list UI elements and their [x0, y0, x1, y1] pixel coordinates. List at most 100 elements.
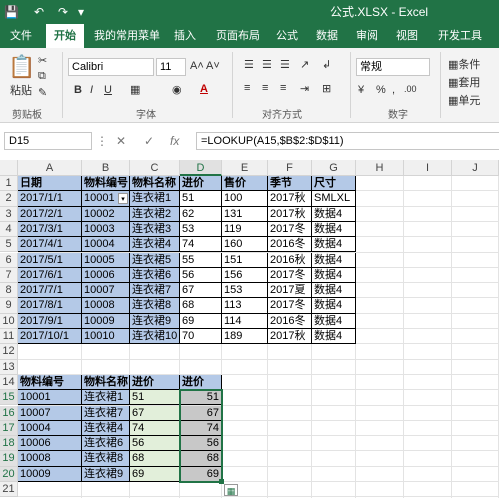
table1-header-cell[interactable]: 售价	[222, 176, 268, 192]
table1-cell[interactable]: 69	[180, 313, 222, 329]
format-painter-icon[interactable]: ✎	[38, 86, 47, 99]
column-header-h[interactable]: H	[356, 160, 404, 176]
tab-my-menu[interactable]: 我的常用菜单	[92, 24, 162, 48]
font-color-icon[interactable]: A	[200, 83, 208, 95]
row-header-7[interactable]: 7	[0, 267, 18, 284]
row-header-11[interactable]: 11	[0, 329, 18, 345]
table2-cell[interactable]: 10009	[18, 466, 82, 482]
table1-cell[interactable]: 10004	[82, 237, 130, 253]
decimal-icon[interactable]: .00	[404, 84, 417, 94]
table1-cell[interactable]: 74	[180, 237, 222, 253]
table1-cell[interactable]: 数据4	[312, 221, 356, 238]
table2-header-cell[interactable]: 进价	[130, 374, 180, 391]
paste-button[interactable]: 粘贴	[10, 82, 32, 98]
table1-cell[interactable]: 数据4	[312, 283, 356, 299]
table1-cell[interactable]: 2017/6/1	[18, 267, 82, 284]
table1-cell[interactable]: 连衣裙5	[130, 252, 180, 268]
font-size-select[interactable]: 11	[156, 58, 186, 76]
table1-cell[interactable]: 10010	[82, 329, 130, 345]
table2-header-cell[interactable]: 物料编号	[18, 374, 82, 391]
table1-cell[interactable]: 连衣裙10	[130, 329, 180, 345]
table2-cell[interactable]: 74	[130, 420, 180, 437]
table1-cell[interactable]: 数据4	[312, 298, 356, 314]
table2-cell[interactable]: 68	[130, 451, 180, 467]
table2-cell[interactable]: 连衣裙7	[82, 405, 130, 421]
table1-cell[interactable]: 数据4	[312, 313, 356, 329]
table1-cell[interactable]: 160	[222, 237, 268, 253]
table2-cell[interactable]: 67	[180, 405, 222, 421]
table1-cell[interactable]: 2017/7/1	[18, 283, 82, 299]
italic-button[interactable]: I	[90, 84, 93, 96]
select-all-corner[interactable]	[0, 160, 18, 176]
table1-cell[interactable]: 数据4	[312, 329, 356, 345]
percent-icon[interactable]: %	[376, 84, 386, 96]
table1-cell[interactable]: 2016冬	[268, 237, 312, 253]
row-header-6[interactable]: 6	[0, 252, 18, 268]
table1-cell[interactable]: 连衣裙7	[130, 283, 180, 299]
table1-cell[interactable]: 55	[180, 252, 222, 268]
conditional-format-button[interactable]: ▦条件	[448, 56, 480, 72]
cell-styles-button[interactable]: ▦单元	[448, 92, 480, 108]
table1-cell[interactable]: 62	[180, 206, 222, 222]
table1-cell[interactable]: 10006	[82, 267, 130, 284]
undo-icon[interactable]: ↶	[34, 4, 44, 20]
formula-input[interactable]: =LOOKUP(A15,$B$2:$D$11)	[196, 132, 499, 150]
row-header-21[interactable]: 21	[0, 482, 18, 498]
row-header-15[interactable]: 15	[0, 390, 18, 406]
align-middle-icon[interactable]: ☰	[262, 58, 272, 71]
table1-cell[interactable]: 2017/3/1	[18, 221, 82, 238]
merge-center-icon[interactable]: ⊞	[322, 82, 331, 95]
align-right-icon[interactable]: ≡	[280, 82, 286, 94]
table1-cell[interactable]: 56	[180, 267, 222, 284]
table1-cell[interactable]: 70	[180, 329, 222, 345]
name-box[interactable]: D15	[4, 132, 92, 150]
table2-header-cell[interactable]: 进价	[180, 374, 222, 391]
table1-cell[interactable]: 189	[222, 329, 268, 345]
bold-button[interactable]: B	[74, 84, 82, 96]
table2-cell[interactable]: 51	[130, 390, 180, 406]
table1-cell[interactable]: 2017冬	[268, 267, 312, 284]
table1-cell[interactable]: 2017/2/1	[18, 206, 82, 222]
align-bottom-icon[interactable]: ☰	[280, 58, 290, 71]
table1-cell[interactable]: 2017/4/1	[18, 237, 82, 253]
copy-icon[interactable]: ⧉	[38, 70, 46, 83]
tab-page-layout[interactable]: 页面布局	[210, 24, 266, 48]
row-header-17[interactable]: 17	[0, 420, 18, 437]
table2-cell[interactable]: 连衣裙1	[82, 390, 130, 406]
table1-header-cell[interactable]: 物料编号	[82, 176, 130, 192]
table1-cell[interactable]: 2017夏	[268, 283, 312, 299]
table1-cell[interactable]: 2017秋	[268, 329, 312, 345]
table1-cell[interactable]: 10005	[82, 252, 130, 268]
tab-insert[interactable]: 插入	[168, 24, 202, 48]
customize-toolbar-icon[interactable]: ▾	[78, 4, 84, 20]
table1-cell[interactable]: 连衣裙3	[130, 221, 180, 238]
font-name-select[interactable]: Calibri	[68, 58, 154, 76]
table1-cell[interactable]: 10007	[82, 283, 130, 299]
table2-cell[interactable]: 10006	[18, 436, 82, 452]
table2-cell[interactable]: 连衣裙8	[82, 451, 130, 467]
table1-cell[interactable]: 连衣裙6	[130, 267, 180, 284]
table1-cell[interactable]: 数据4	[312, 267, 356, 284]
column-header-j[interactable]: J	[452, 160, 499, 176]
row-header-16[interactable]: 16	[0, 405, 18, 421]
table1-cell[interactable]: 连衣裙2	[130, 206, 180, 222]
table1-cell[interactable]: 2017冬	[268, 298, 312, 314]
table2-cell[interactable]: 69	[180, 466, 222, 482]
row-header-13[interactable]: 13	[0, 359, 18, 375]
row-header-10[interactable]: 10	[0, 313, 18, 329]
table2-cell[interactable]: 连衣裙9	[82, 466, 130, 482]
insert-function-icon[interactable]: fx	[170, 132, 179, 150]
table2-cell[interactable]: 56	[180, 436, 222, 452]
tab-developer[interactable]: 开发工具	[432, 24, 488, 48]
table1-cell[interactable]: 151	[222, 252, 268, 268]
row-header-14[interactable]: 14	[0, 374, 18, 391]
tab-home[interactable]: 开始	[46, 24, 84, 48]
cut-icon[interactable]: ✂	[38, 54, 47, 67]
table1-cell[interactable]: 67	[180, 283, 222, 299]
cancel-icon[interactable]: ✕	[116, 132, 126, 150]
column-header-d[interactable]: D	[180, 160, 222, 176]
table2-cell[interactable]: 51	[180, 390, 222, 406]
column-header-f[interactable]: F	[268, 160, 312, 176]
table1-cell[interactable]: 10009	[82, 313, 130, 329]
table1-cell[interactable]: 数据4	[312, 237, 356, 253]
